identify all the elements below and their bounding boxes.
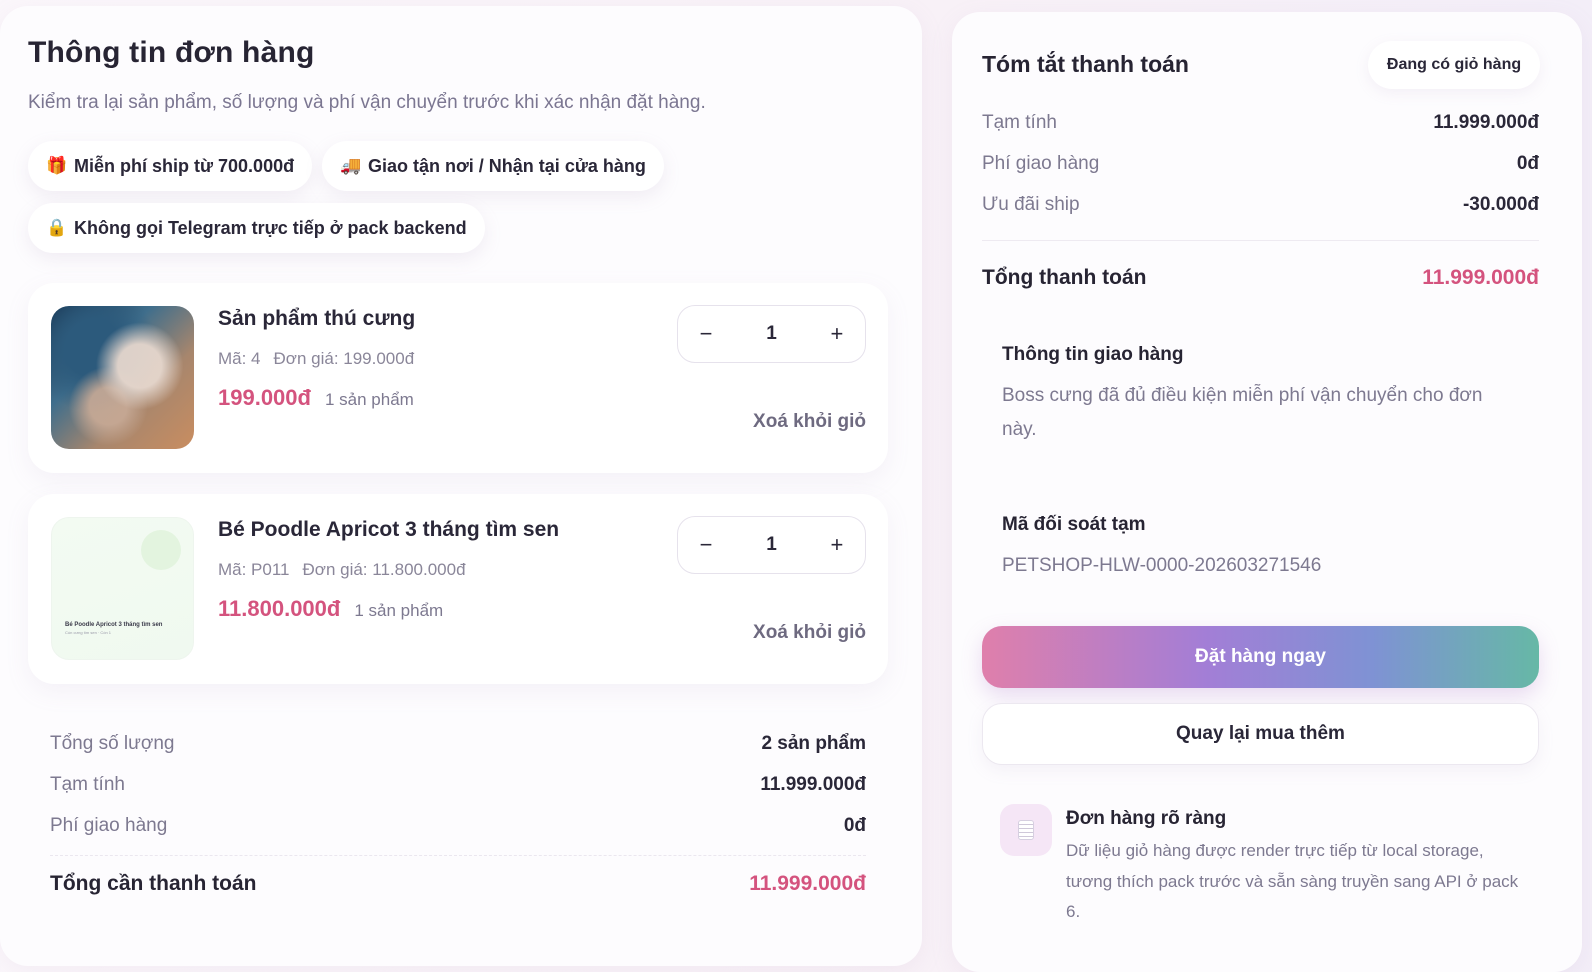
- product-image[interactable]: Bé Poodle Apricot 3 tháng tìm sen Cún cư…: [51, 517, 194, 660]
- item-name[interactable]: Bé Poodle Apricot 3 tháng tìm sen: [218, 518, 559, 542]
- quantity-value: 1: [766, 323, 777, 344]
- payment-divider: [982, 240, 1539, 241]
- summary-value: 11.999.000đ: [760, 774, 866, 795]
- payment-summary-title: Tóm tắt thanh toán: [982, 51, 1189, 77]
- document-glyph: [1018, 820, 1034, 840]
- payment-ship-discount: Ưu đãi ship -30.000đ: [982, 194, 1539, 216]
- item-count: 1 sản phẩm: [324, 390, 414, 409]
- delivery-info-title: Thông tin giao hàng: [1002, 344, 1184, 365]
- place-order-button[interactable]: Đặt hàng ngay: [982, 626, 1539, 688]
- increase-button[interactable]: +: [827, 532, 847, 558]
- reference-code-value: PETSHOP-HLW-0000-202603271546: [1002, 555, 1322, 576]
- payment-value: 0đ: [1516, 153, 1539, 174]
- page-title: Thông tin đơn hàng: [28, 36, 315, 69]
- summary-label: Phí giao hàng: [50, 815, 168, 836]
- increase-button[interactable]: +: [827, 321, 847, 347]
- chip-label: Giao tận nơi / Nhận tại cửa hàng: [368, 155, 646, 176]
- summary-label: Tạm tính: [50, 774, 125, 795]
- chip-delivery: 🚚 Giao tận nơi / Nhận tại cửa hàng: [322, 141, 664, 191]
- item-price: 199.000đ: [218, 385, 311, 410]
- payment-value: -30.000đ: [1462, 194, 1539, 215]
- cart-item: Bé Poodle Apricot 3 tháng tìm sen Cún cư…: [28, 494, 888, 684]
- quantity-value: 1: [766, 534, 777, 555]
- summary-label: Tổng cần thanh toán: [50, 872, 257, 895]
- chip-label: Miễn phí ship từ 700.000đ: [74, 155, 295, 176]
- reference-code-card: Mã đối soát tạm PETSHOP-HLW-0000-2026032…: [982, 494, 1539, 604]
- reference-code-title: Mã đối soát tạm: [1002, 514, 1146, 535]
- cart-item: Sản phẩm thú cưng Mã: 4 Đơn giá: 199.000…: [28, 283, 888, 473]
- continue-shopping-button[interactable]: Quay lại mua thêm: [982, 703, 1539, 765]
- payment-subtotal: Tạm tính 11.999.000đ: [982, 112, 1539, 134]
- payment-label: Phí giao hàng: [982, 153, 1100, 174]
- summary-value: 0đ: [843, 815, 866, 836]
- decorative-circle: [141, 530, 181, 570]
- remove-from-cart-button[interactable]: Xoá khỏi giỏ: [753, 622, 866, 644]
- lock-icon: 🔒: [46, 218, 68, 237]
- chip-free-ship: 🎁 Miễn phí ship từ 700.000đ: [28, 141, 313, 191]
- remove-from-cart-button[interactable]: Xoá khỏi giỏ: [753, 411, 866, 433]
- page-subtitle: Kiểm tra lại sản phẩm, số lượng và phí v…: [28, 92, 706, 113]
- summary-shipping: Phí giao hàng 0đ: [50, 815, 866, 837]
- truck-icon: 🚚: [340, 156, 362, 175]
- quantity-stepper: − 1 +: [677, 305, 866, 363]
- delivery-info-card: Thông tin giao hàng Boss cưng đã đủ điều…: [982, 322, 1539, 467]
- summary-grand-total: Tổng cần thanh toán 11.999.000đ: [50, 872, 866, 896]
- document-icon: [1000, 804, 1052, 856]
- item-name[interactable]: Sản phẩm thú cưng: [218, 307, 415, 331]
- item-price-row: 11.800.000đ 1 sản phẩm: [218, 596, 443, 622]
- gift-icon: 🎁: [46, 156, 68, 175]
- decrease-button[interactable]: −: [696, 532, 716, 558]
- product-image[interactable]: [51, 306, 194, 449]
- item-meta: Mã: 4 Đơn giá: 199.000đ: [218, 349, 414, 369]
- summary-divider: [50, 855, 866, 856]
- delivery-info-text: Boss cưng đã đủ điều kiện miễn phí vận c…: [1002, 385, 1483, 440]
- item-unit-price: Đơn giá: 11.800.000đ: [302, 560, 466, 579]
- payment-label: Ưu đãi ship: [982, 194, 1080, 215]
- item-price-row: 199.000đ 1 sản phẩm: [218, 385, 414, 411]
- item-code: Mã: P011: [218, 560, 290, 579]
- summary-total-quantity: Tổng số lượng 2 sản phẩm: [50, 733, 866, 755]
- thumb-title: Bé Poodle Apricot 3 tháng tìm sen: [65, 622, 163, 628]
- payment-shipping: Phí giao hàng 0đ: [982, 153, 1539, 175]
- decrease-button[interactable]: −: [696, 321, 716, 347]
- quantity-stepper: − 1 +: [677, 516, 866, 574]
- summary-label: Tổng số lượng: [50, 733, 175, 754]
- item-meta: Mã: P011 Đơn giá: 11.800.000đ: [218, 560, 466, 580]
- cart-status-badge: Đang có giỏ hàng: [1368, 41, 1540, 89]
- payment-value: 11.999.000đ: [1422, 266, 1539, 289]
- payment-grand-total: Tổng thanh toán 11.999.000đ: [982, 266, 1539, 290]
- chip-telegram: 🔒 Không gọi Telegram trực tiếp ở pack ba…: [28, 203, 485, 253]
- note-title: Đơn hàng rõ ràng: [1066, 808, 1227, 829]
- item-price: 11.800.000đ: [218, 596, 341, 621]
- thumb-subtitle: Cún cưng tìm sen · Còn 1: [65, 630, 112, 635]
- payment-label: Tổng thanh toán: [982, 266, 1147, 289]
- payment-value: 11.999.000đ: [1433, 112, 1539, 133]
- item-unit-price: Đơn giá: 199.000đ: [273, 349, 415, 368]
- summary-value: 11.999.000đ: [749, 872, 866, 895]
- chip-label: Không gọi Telegram trực tiếp ở pack back…: [74, 217, 467, 238]
- summary-value: 2 sản phẩm: [761, 733, 866, 754]
- item-code: Mã: 4: [218, 349, 261, 368]
- payment-label: Tạm tính: [982, 112, 1057, 133]
- note-text: Dữ liệu giỏ hàng được render trực tiếp t…: [1066, 841, 1519, 921]
- summary-subtotal: Tạm tính 11.999.000đ: [50, 774, 866, 796]
- item-count: 1 sản phẩm: [354, 601, 444, 620]
